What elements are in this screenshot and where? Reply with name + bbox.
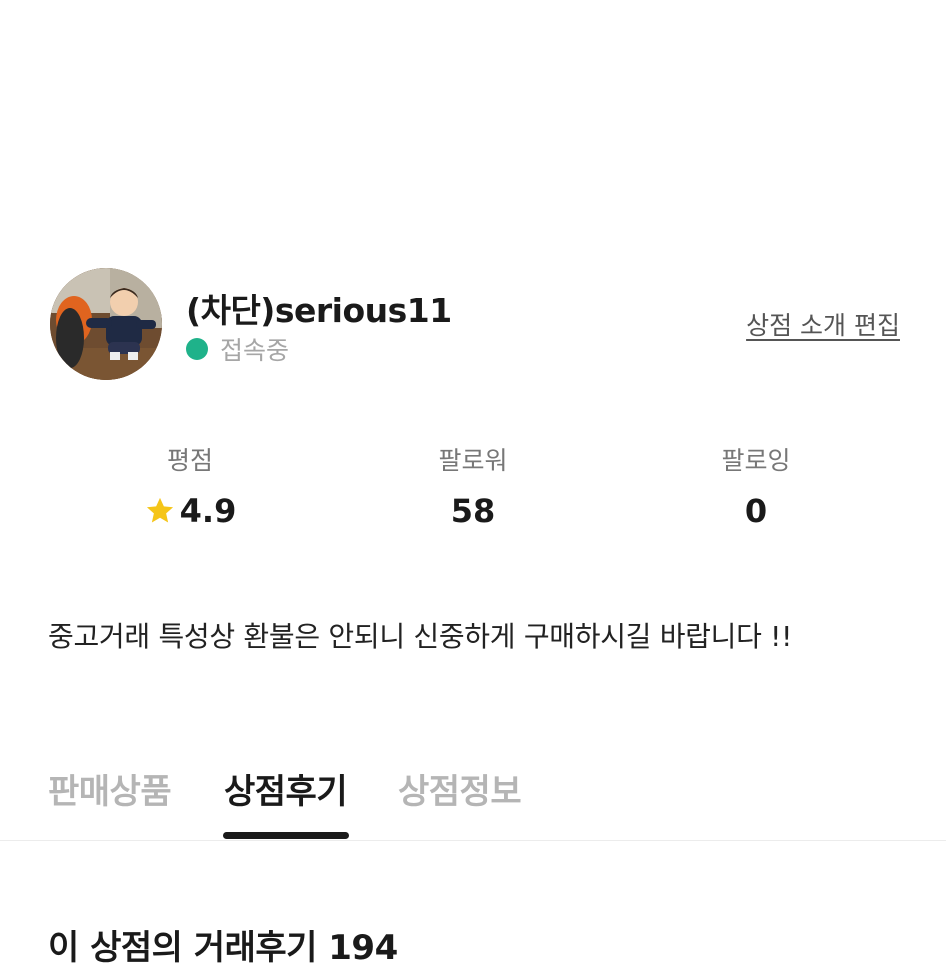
stat-label: 팔로워 [438, 446, 508, 475]
stat-followers[interactable]: 팔로워 58 [363, 442, 583, 532]
reviews-heading: 이 상점의 거래후기 194 [48, 928, 398, 968]
stat-rating[interactable]: 평점 4.9 [80, 442, 300, 532]
online-status: 접속중 [186, 332, 289, 366]
tab-shop-info[interactable]: 상점정보 [398, 764, 522, 813]
stat-following[interactable]: 팔로잉 0 [646, 442, 866, 532]
rating-value: 4.9 [179, 492, 237, 530]
avatar[interactable] [50, 268, 162, 380]
profile-photo [50, 268, 162, 380]
shop-name: (차단)serious11 [186, 291, 452, 330]
tab-reviews[interactable]: 상점후기 [224, 764, 348, 813]
shop-stats: 평점 4.9 팔로워 58 팔로잉 0 [0, 442, 946, 542]
stat-value: 4.9 [80, 490, 300, 532]
status-text: 접속중 [220, 336, 290, 365]
profile-header: (차단)serious11 접속중 상점 소개 편집 [50, 268, 900, 380]
stat-label: 평점 [166, 446, 213, 475]
stat-value: 0 [744, 492, 768, 530]
stat-label: 팔로잉 [721, 446, 791, 475]
active-tab-indicator [223, 832, 349, 839]
shop-tabs: 판매상품 상점후기 상점정보 [0, 750, 946, 841]
tab-products[interactable]: 판매상품 [48, 764, 172, 813]
edit-shop-intro-link[interactable]: 상점 소개 편집 [746, 306, 900, 342]
online-dot-icon [186, 338, 208, 360]
shop-intro-text: 중고거래 특성상 환불은 안되니 신중하게 구매하시길 바랍니다 !! [48, 620, 793, 653]
stat-value: 58 [450, 492, 496, 530]
star-icon [146, 497, 173, 523]
